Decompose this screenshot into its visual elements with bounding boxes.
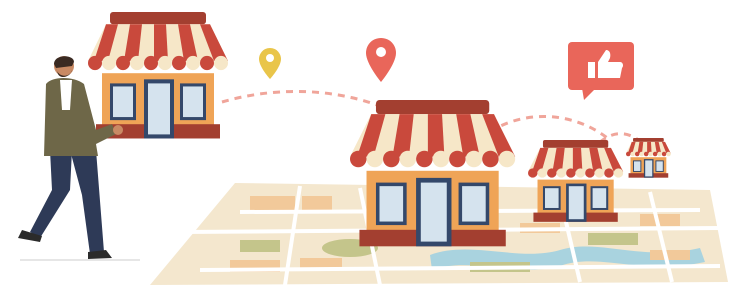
map-park bbox=[240, 240, 280, 252]
map-block bbox=[302, 196, 332, 210]
store-carried bbox=[88, 12, 228, 139]
location-pin-icon bbox=[366, 38, 396, 82]
store-small bbox=[626, 138, 671, 178]
franchise-expansion-illustration bbox=[18, 12, 728, 286]
map-block bbox=[250, 196, 295, 210]
map-block bbox=[640, 214, 680, 226]
map-park bbox=[588, 233, 638, 245]
store-medium bbox=[528, 140, 624, 222]
store-main bbox=[350, 100, 516, 247]
location-pin-icon bbox=[259, 48, 281, 79]
thumbs-up-icon bbox=[568, 42, 634, 100]
map-block bbox=[650, 250, 690, 260]
